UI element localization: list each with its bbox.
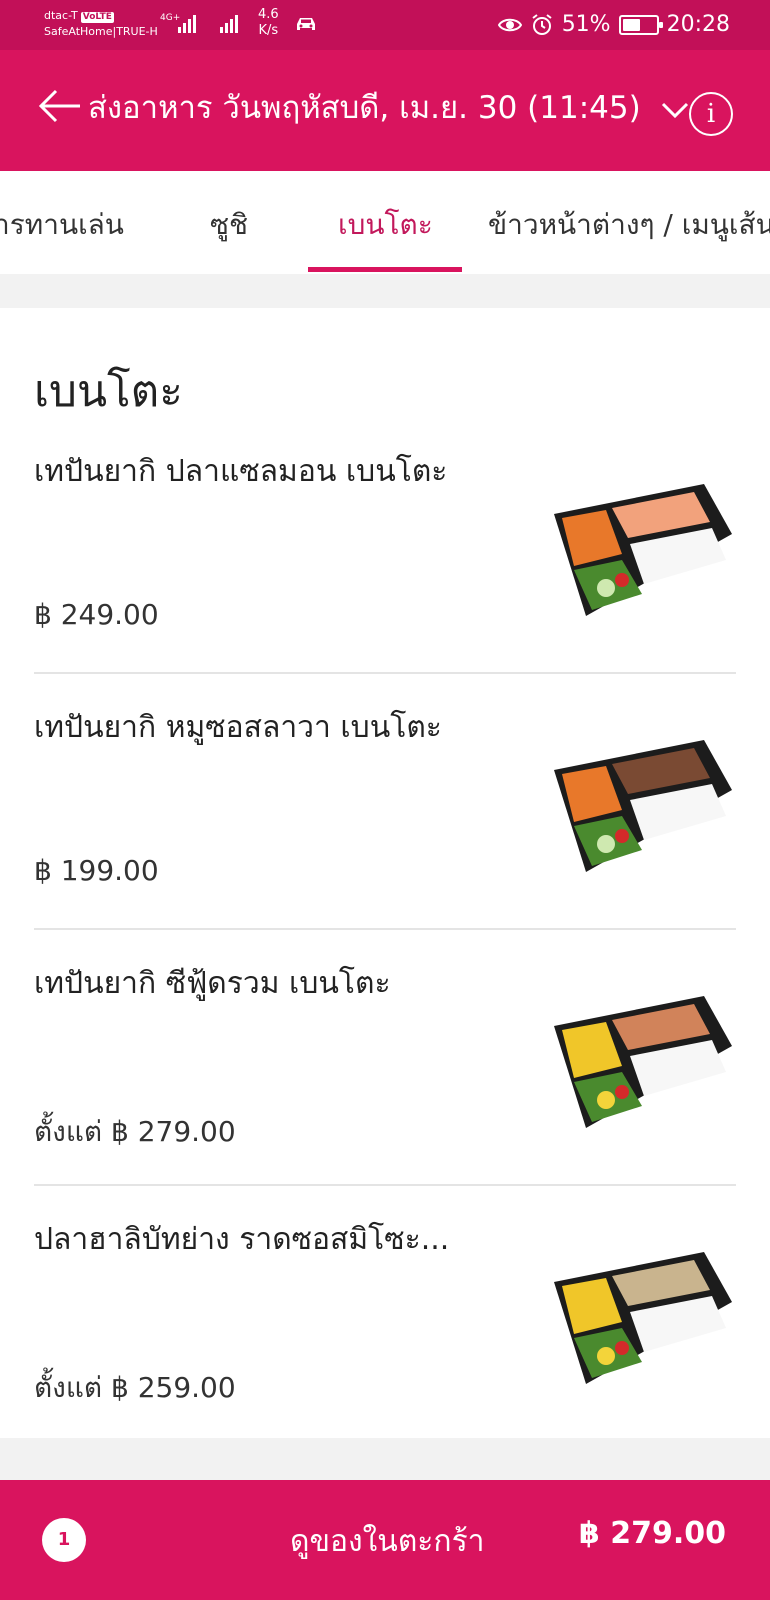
clock: 20:28 xyxy=(666,12,730,37)
signal-icon-2 xyxy=(220,15,238,33)
signal-icon xyxy=(178,15,196,33)
view-cart-button[interactable]: 1 ดูของในตะกร้า ฿ 279.00 xyxy=(0,1480,770,1600)
tab-rice-noodles[interactable]: ข้าวหน้าต่างๆ / เมนูเส้น xyxy=(488,203,770,247)
item-name: เทปันยากิ ซีฟู้ดรวม เบนโตะ xyxy=(34,966,391,1001)
view-cart-label: ดูของในตะกร้า xyxy=(290,1524,485,1559)
item-price: ฿ 249.00 xyxy=(34,598,159,631)
volte-badge: VoLTE xyxy=(80,12,114,23)
alarm-icon xyxy=(532,13,552,35)
network-speed: 4.6 K/s xyxy=(258,7,279,39)
item-price: ฿ 199.00 xyxy=(34,854,159,887)
cart-total: ฿ 279.00 xyxy=(578,1516,726,1551)
tab-snacks[interactable]: ารทานเล่น xyxy=(0,203,124,247)
tab-bento[interactable]: เบนโตะ xyxy=(338,203,433,247)
bento-image xyxy=(554,740,732,872)
car-icon xyxy=(297,18,315,30)
arrow-left-icon[interactable] xyxy=(36,86,84,126)
status-right: 51% 20:28 xyxy=(497,12,730,37)
battery-percent: 51% xyxy=(561,12,611,37)
menu-item[interactable]: เทปันยากิ ปลาแซลมอน เบนโตะ ฿ 249.00 xyxy=(34,418,736,674)
info-icon[interactable]: i xyxy=(689,92,733,136)
speed-unit: K/s xyxy=(258,23,279,38)
chevron-down-icon[interactable] xyxy=(660,98,690,122)
item-name: ปลาฮาลิบัทย่าง ราดซอสมิโซะ... xyxy=(34,1222,450,1257)
delivery-time-title[interactable]: ส่งอาหาร วันพฤหัสบดี, เม.ย. 30 (11:45) xyxy=(88,88,641,128)
category-tabs: ารทานเล่น ซูชิ เบนโตะ ข้าวหน้าต่างๆ / เม… xyxy=(0,171,770,274)
menu-item[interactable]: ปลาฮาลิบัทย่าง ราดซอสมิโซะ... ตั้งแต่ ฿ … xyxy=(34,1186,736,1442)
menu-item[interactable]: เทปันยากิ ซีฟู้ดรวม เบนโตะ ตั้งแต่ ฿ 279… xyxy=(34,930,736,1186)
item-name: เทปันยากิ ปลาแซลมอน เบนโตะ xyxy=(34,454,448,489)
status-bar: dtac-T VoLTE SafeAtHome|TRUE-H 4G+ 4.6 K/… xyxy=(0,0,770,50)
bottom-spacer xyxy=(0,1438,770,1480)
carrier-info: dtac-T VoLTE SafeAtHome|TRUE-H xyxy=(44,8,158,40)
battery-icon xyxy=(618,14,663,35)
network-label: SafeAtHome|TRUE-H xyxy=(44,25,158,38)
cart-count-badge: 1 xyxy=(42,1518,86,1562)
speed-value: 4.6 xyxy=(258,7,279,22)
item-name: เทปันยากิ หมูซอสลาวา เบนโตะ xyxy=(34,710,442,745)
active-tab-indicator xyxy=(308,267,462,272)
eye-icon xyxy=(497,18,522,31)
item-price: ตั้งแต่ ฿ 279.00 xyxy=(34,1115,236,1148)
item-price: ตั้งแต่ ฿ 259.00 xyxy=(34,1371,236,1404)
carrier-name: dtac-T xyxy=(44,9,78,22)
menu-item[interactable]: เทปันยากิ หมูซอสลาวา เบนโตะ ฿ 199.00 xyxy=(34,674,736,930)
bento-image xyxy=(554,1252,732,1384)
divider-strip xyxy=(0,274,770,308)
tab-sushi[interactable]: ซูชิ xyxy=(210,203,248,247)
bento-image xyxy=(554,996,732,1128)
menu-section: เบนโตะ เทปันยากิ ปลาแซลมอน เบนโตะ ฿ 249.… xyxy=(0,308,770,1438)
section-title: เบนโตะ xyxy=(34,366,183,417)
bento-image xyxy=(554,484,732,616)
app-header: ส่งอาหาร วันพฤหัสบดี, เม.ย. 30 (11:45) i xyxy=(0,50,770,171)
